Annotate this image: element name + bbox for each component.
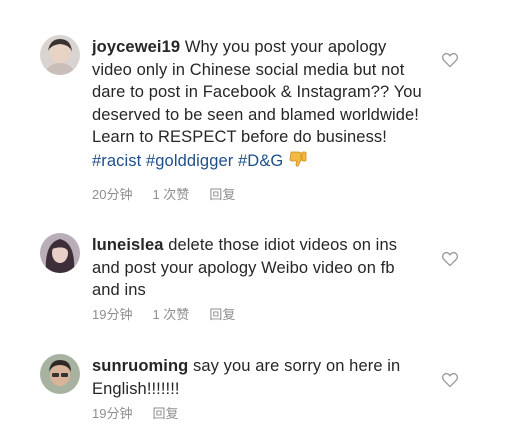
comment-body: joycewei19 Why you post your apology vid… [92,36,422,176]
comment-meta: 19分钟 回复 [92,403,178,422]
reply-button[interactable]: 回复 [152,403,178,422]
hashtag[interactable]: #racist [92,152,141,170]
avatar[interactable] [40,233,80,273]
hashtag[interactable]: #golddigger [146,152,233,170]
heart-outline-icon[interactable] [441,372,459,388]
comment-item: joycewei19 Why you post your apology vid… [0,0,506,203]
comment-meta: 19分钟 1 次赞 回复 [92,304,235,323]
avatar[interactable] [40,354,80,394]
comment-body: luneislea delete those idiot videos on i… [92,234,422,302]
reply-button[interactable]: 回复 [209,304,235,323]
comment-likes-count[interactable]: 1 次赞 [152,304,189,323]
hashtag[interactable]: #D&G [238,152,283,170]
comment-likes-count[interactable]: 1 次赞 [152,184,189,203]
avatar[interactable] [40,35,80,75]
comment-username[interactable]: sunruoming [92,357,188,375]
heart-outline-icon[interactable] [441,251,459,267]
comment-username[interactable]: joycewei19 [92,38,180,56]
comment-username[interactable]: luneislea [92,236,164,254]
comment-time: 19分钟 [92,406,133,421]
comment-body: sunruoming say you are sorry on here in … [92,355,422,400]
thumbs-down-emoji-icon [288,149,308,176]
comment-time: 20分钟 [92,187,133,202]
comment-time: 19分钟 [92,307,133,322]
heart-outline-icon[interactable] [441,52,459,68]
reply-button[interactable]: 回复 [209,184,235,203]
comment-meta: 20分钟 1 次赞 回复 [92,184,235,203]
